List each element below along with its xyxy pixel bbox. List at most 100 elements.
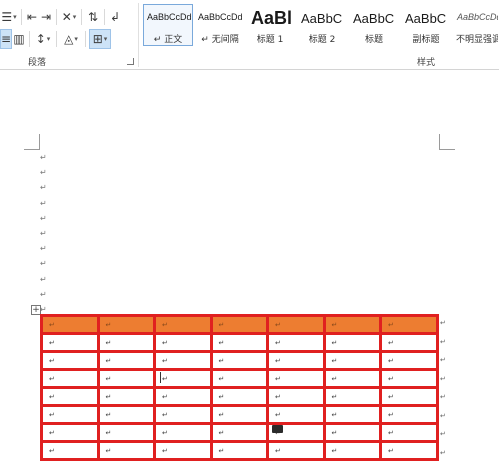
style-sample: AaBbC (405, 11, 447, 26)
table-cell[interactable]: ↵ (209, 332, 269, 353)
table-cell[interactable]: ↵ (266, 386, 326, 407)
table-cell[interactable]: ↵ (209, 350, 269, 371)
style-title[interactable]: AaBbC 标题 (349, 4, 399, 46)
style-subtle-emphasis[interactable]: AaBbCcDd 不明显强调 (453, 4, 499, 46)
table-cell[interactable]: ↵ (153, 368, 213, 389)
style-name: ↵ 正文 (153, 35, 183, 45)
table-cell[interactable]: ↵ (209, 422, 269, 443)
paragraph-mark: ↵ (40, 183, 47, 193)
table-cell[interactable]: ↵ (96, 332, 156, 353)
paragraph-group: ☰ ▾ ⇤ ⇥ ✕ ▾ ⇅ ↲ ≡ ▥ ↕ ▾ ◬ ▾ ⊞ ▾ 段落 (0, 0, 140, 70)
paragraph-mark: ↵ (40, 274, 47, 284)
table-cell[interactable]: ↵ (266, 350, 326, 371)
table-cell[interactable]: ↵ (153, 332, 213, 353)
style-heading-2[interactable]: AaBbC 标题 2 (297, 4, 347, 46)
table-cell[interactable]: ↵ (96, 386, 156, 407)
table-cell[interactable]: ↵ (153, 350, 213, 371)
chinese-layout-icon[interactable]: ✕ ▾ (60, 7, 78, 27)
paste-options-icon[interactable] (272, 425, 283, 433)
style-heading-1[interactable]: AaBl 标题 1 (247, 4, 293, 46)
paragraph-mark: ↵ (40, 289, 47, 299)
paragraph-mark: ↵ (40, 229, 47, 238)
dialog-launcher-icon[interactable] (127, 58, 134, 65)
row-end-mark: ↵ (440, 430, 446, 438)
table-cell[interactable]: ↵ (40, 440, 100, 461)
styles-group: AaBbCcDd ↵ 正文 AaBbCcDd ↵ 无间隔 AaBl 标题 1 A… (140, 0, 499, 70)
table-cell[interactable]: ↵ (209, 368, 269, 389)
paragraph-row-1: ☰ ▾ ⇤ ⇥ ✕ ▾ ⇅ ↲ (0, 6, 122, 28)
table-cell[interactable]: ↵ (96, 368, 156, 389)
separator (29, 31, 30, 47)
table-cell[interactable]: ↵ (40, 368, 100, 389)
table-cell[interactable]: ↵ (153, 404, 213, 425)
table-cell[interactable]: ↵ (379, 314, 439, 335)
show-marks-icon[interactable]: ↲ (108, 7, 122, 27)
table-cell[interactable]: ↵ (266, 368, 326, 389)
table-cell[interactable]: ↵ (209, 440, 269, 461)
paragraph-mark: ↵ (40, 213, 47, 223)
table-cell[interactable]: ↵ (96, 404, 156, 425)
table-cell[interactable]: ↵ (322, 422, 382, 443)
table-cell[interactable]: ↵ (153, 386, 213, 407)
table-cell[interactable]: ↵ (266, 440, 326, 461)
table-cell[interactable]: ↵ (322, 368, 382, 389)
table-cell[interactable]: ↵ (40, 332, 100, 353)
style-name: 标题 (364, 35, 383, 45)
table-cell[interactable]: ↵ (96, 314, 156, 335)
paragraph-mark: ↵ (40, 244, 47, 254)
shading-icon[interactable]: ◬ ▾ (60, 29, 82, 49)
table-cell[interactable]: ↵ (379, 368, 439, 389)
table-cell[interactable]: ↵ (266, 314, 326, 335)
table-cell[interactable]: ↵ (322, 440, 382, 461)
table-row: ↵↵↵↵↵↵↵ (40, 440, 439, 461)
table-cell[interactable]: ↵ (96, 350, 156, 371)
table-cell[interactable]: ↵ (322, 314, 382, 335)
table-cell[interactable]: ↵ (40, 314, 100, 335)
table-cell[interactable]: ↵ (322, 404, 382, 425)
list-multilevel-icon[interactable]: ☰ ▾ (0, 7, 18, 27)
justify-icon[interactable]: ≡ (0, 29, 12, 49)
table-cell[interactable]: ↵ (379, 332, 439, 353)
table-cell[interactable]: ↵ (96, 422, 156, 443)
increase-indent-icon[interactable]: ⇥ (39, 7, 53, 27)
table-cell[interactable]: ↵ (322, 350, 382, 371)
document-table[interactable]: ↵ ↵ ↵ ↵ ↵ ↵ ↵ ↵ ↵ ↵ ↵ ↵ ↵ ↵ ↵ ↵ ↵ ↵ ↵ ↵ ↵ ↵ ↵ ↵ ↵ ↵ ↵ ↵ ↵ ↵ ↵ ↵ ↵ ↵ ↵ ↵ ↵ ↵ ↵ ↵… (40, 314, 439, 461)
table-cell[interactable]: ↵ (379, 422, 439, 443)
table-cell[interactable]: ↵ (322, 386, 382, 407)
table-cell[interactable]: ↵ (40, 422, 100, 443)
table-cell[interactable]: ↵ (379, 386, 439, 407)
group-divider (138, 3, 139, 67)
line-spacing-icon[interactable]: ↕ ▾ (33, 29, 53, 49)
table-cell[interactable]: ↵ (40, 404, 100, 425)
table-row: ↵↵↵↵↵↵↵ (40, 332, 439, 353)
table-cell[interactable]: ↵ (209, 404, 269, 425)
style-no-spacing[interactable]: AaBbCcDd ↵ 无间隔 (194, 4, 246, 46)
table-cell[interactable]: ↵ (153, 314, 213, 335)
paragraph-mark: ↵ (40, 168, 47, 178)
table-cell[interactable]: ↵ (153, 440, 213, 461)
table-cell[interactable]: ↵ (209, 386, 269, 407)
sort-icon[interactable]: ⇅ (85, 7, 101, 27)
style-sample: AaBbC (353, 11, 395, 26)
margin-corner-top-right (439, 134, 455, 150)
table-cell[interactable]: ↵ (153, 422, 213, 443)
table-cell[interactable]: ↵ (266, 332, 326, 353)
table-cell[interactable]: ↵ (266, 404, 326, 425)
distributed-icon[interactable]: ▥ (12, 29, 26, 49)
table-cell[interactable]: ↵ (40, 350, 100, 371)
table-cell[interactable]: ↵ (209, 314, 269, 335)
table-cell[interactable]: ↵ (322, 332, 382, 353)
table-cell[interactable]: ↵ (379, 404, 439, 425)
style-normal[interactable]: AaBbCcDd ↵ 正文 (143, 4, 193, 46)
style-subtitle[interactable]: AaBbC 副标题 (401, 4, 451, 46)
table-cell[interactable]: ↵ (379, 350, 439, 371)
row-end-mark: ↵ (440, 448, 446, 457)
style-sample: AaBbCcDd (198, 12, 243, 22)
decrease-indent-icon[interactable]: ⇤ (25, 7, 39, 27)
table-cell[interactable]: ↵ (96, 440, 156, 461)
table-cell[interactable]: ↵ (40, 386, 100, 407)
table-cell[interactable]: ↵ (379, 440, 439, 461)
borders-icon[interactable]: ⊞ ▾ (89, 29, 111, 49)
document-page[interactable]: ↵ ↵ ↵ ↵ ↵ ↵ ↵ ↵ ↵ ↵ ↵ + ↵ ↵ ↵ ↵ ↵ ↵ ↵ ↵ ↵ ↵ ↵ ↵ ↵ ↵ ↵ ↵ ↵ ↵ ↵ ↵ ↵ ↵ ↵ ↵ ↵ ↵… (0, 71, 499, 461)
paragraph-mark: ↵ (40, 305, 47, 314)
